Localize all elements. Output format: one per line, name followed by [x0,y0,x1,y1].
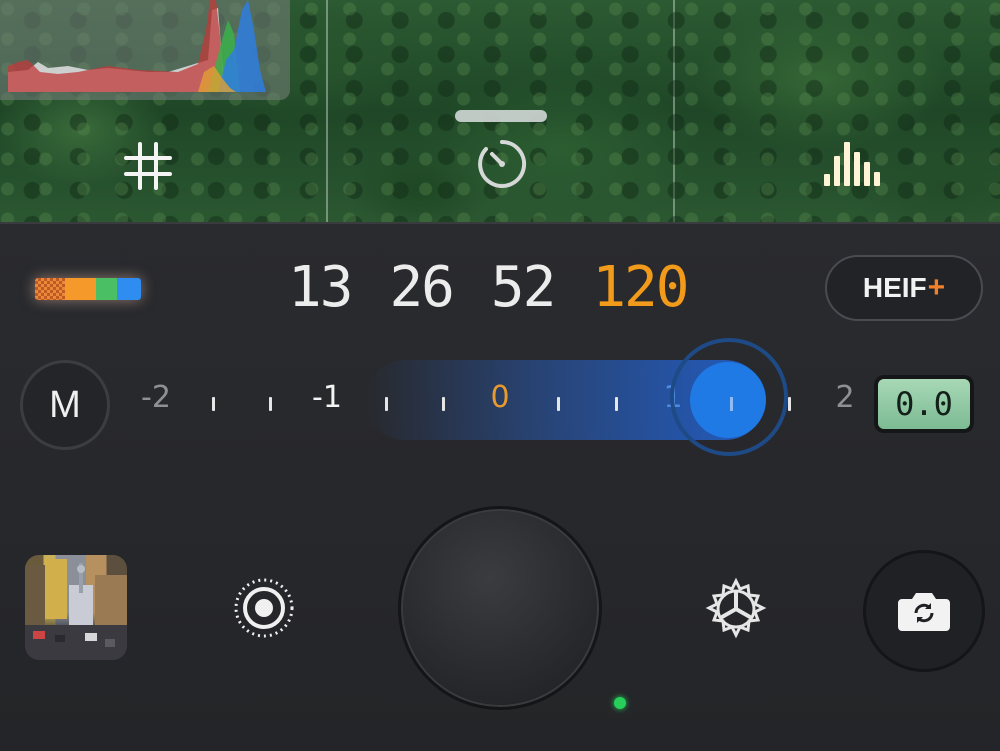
grid-line [326,0,328,222]
histogram-panel [0,0,290,100]
recording-indicator-dot [614,697,626,709]
ev-tick [269,397,272,411]
drag-handle[interactable] [455,110,547,122]
ev-label-minus-1: -1 [312,380,342,415]
ev-tick [557,397,560,411]
format-label: HEIF [862,272,927,303]
live-photo-icon[interactable] [233,577,295,639]
ev-tick [730,397,733,411]
flip-camera-button[interactable] [863,550,985,672]
last-photo-thumbnail[interactable] [25,555,127,660]
flip-camera-icon [898,593,950,631]
fps-option-26[interactable]: 26 [389,258,454,318]
ev-tick [442,397,445,411]
shutter-button[interactable] [398,506,602,710]
grid-line [673,0,675,222]
fps-option-13[interactable]: 13 [288,258,353,318]
settings-gear-icon[interactable] [704,577,768,641]
format-plus-badge: + [927,271,946,304]
fps-option-52[interactable]: 52 [491,258,556,318]
exposure-slider-knob[interactable] [690,362,766,438]
ev-label-plus-2: 2 [835,380,855,415]
frame-rate-selector: 13 26 52 120 [288,258,689,318]
exposure-value-display[interactable]: 0.0 [874,375,974,433]
grid-icon[interactable] [122,140,174,192]
histogram-toggle-icon[interactable] [822,138,884,188]
mode-label: M [49,383,81,426]
fps-option-120-selected[interactable]: 120 [592,258,689,318]
exposure-value: 0.0 [878,379,970,429]
timer-icon[interactable] [474,136,530,192]
ev-tick [788,397,791,411]
camera-viewfinder[interactable] [0,0,1000,222]
color-profile-indicator[interactable] [35,278,141,300]
ev-label-zero: 0 [490,380,510,415]
ev-tick [615,397,618,411]
manual-mode-button[interactable]: M [20,360,110,450]
file-format-button[interactable]: HEIF + [825,255,983,321]
ev-label-minus-2: -2 [141,380,171,415]
ev-tick [212,397,215,411]
ev-tick [385,397,388,411]
